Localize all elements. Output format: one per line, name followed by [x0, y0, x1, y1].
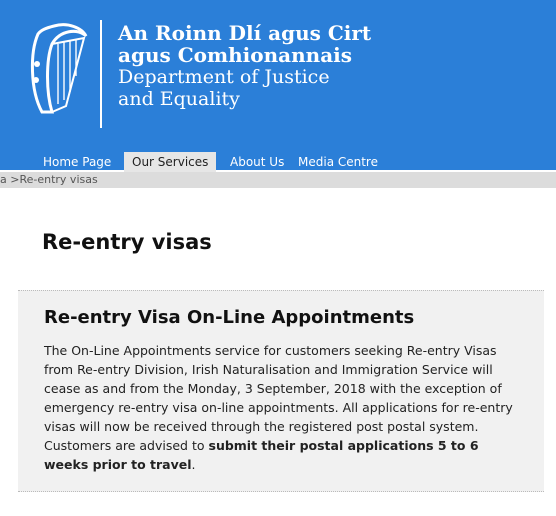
nav-media-centre[interactable]: Media Centre: [290, 152, 386, 172]
org-name-english-line1: Department of Justice: [118, 66, 330, 88]
nav-about-us[interactable]: About Us: [222, 152, 292, 172]
logo-divider: [100, 20, 102, 128]
main-nav: Home Page Our Services About Us Media Ce…: [0, 152, 556, 172]
org-name-irish-line1: An Roinn Dlí agus Cirt: [118, 21, 372, 45]
notice-text: The On-Line Appointments service for cus…: [44, 343, 513, 453]
harp-logo-icon: [30, 23, 88, 114]
notice-body: The On-Line Appointments service for cus…: [44, 341, 524, 474]
page-title: Re-entry visas: [42, 230, 212, 254]
site-header: An Roinn Dlí agus Cirt agus Comhionannai…: [0, 0, 556, 172]
nav-our-services[interactable]: Our Services: [124, 152, 217, 172]
org-name-english-line2: and Equality: [118, 88, 240, 110]
org-name-irish-line2: agus Comhionannais: [118, 43, 353, 67]
breadcrumb: a > Re-entry visas: [0, 172, 556, 188]
nav-home-page[interactable]: Home Page: [35, 152, 119, 172]
breadcrumb-prefix[interactable]: a >: [0, 172, 19, 188]
breadcrumb-current: Re-entry visas: [19, 173, 98, 186]
notice-text-end: .: [191, 457, 196, 472]
notice-panel: Re-entry Visa On-Line Appointments The O…: [18, 290, 544, 492]
department-name[interactable]: An Roinn Dlí agus Cirt agus Comhionannai…: [118, 22, 371, 110]
notice-title: Re-entry Visa On-Line Appointments: [44, 307, 415, 328]
